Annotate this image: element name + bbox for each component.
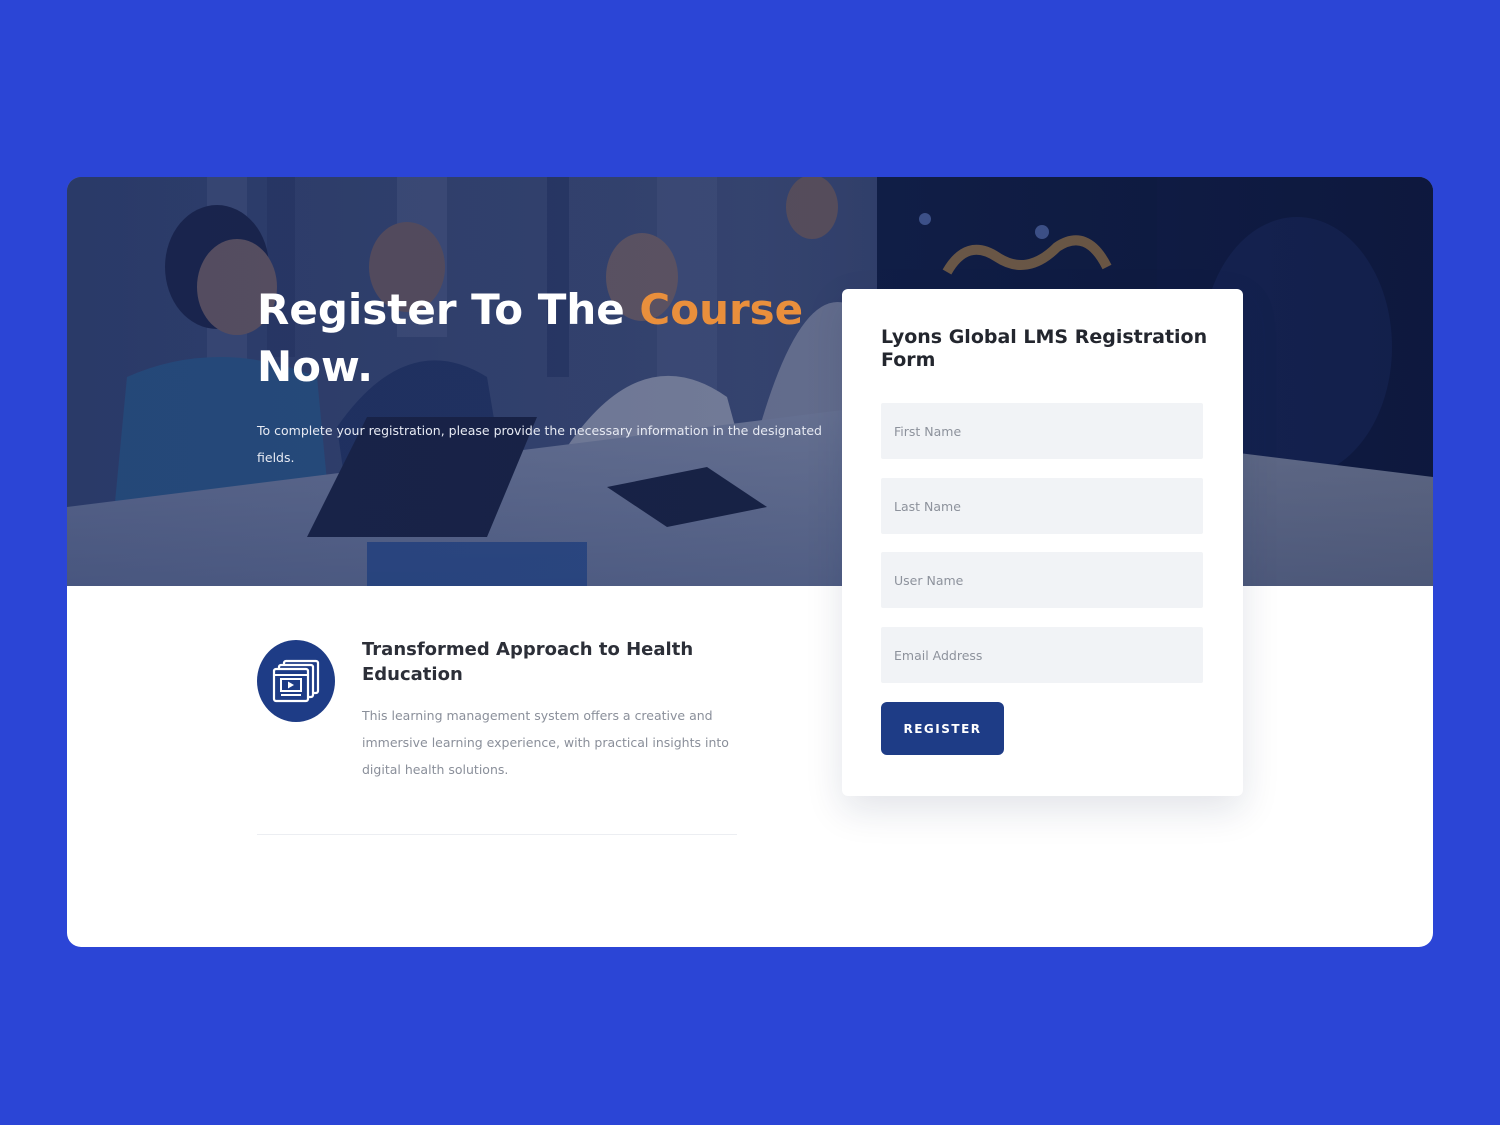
hero-subtitle: To complete your registration, please pr… [257, 423, 822, 465]
hero-title-start: Register To The [257, 285, 640, 334]
last-name-input[interactable] [881, 478, 1203, 534]
hero-title: Register To The Course Now. [257, 281, 817, 395]
register-button[interactable]: REGISTER [881, 702, 1004, 755]
form-title: Lyons Global LMS Registration Form [881, 326, 1208, 371]
user-name-input[interactable] [881, 552, 1203, 608]
feature-description: This learning management system offers a… [362, 708, 729, 777]
video-course-icon [257, 640, 335, 722]
email-address-input[interactable] [881, 627, 1203, 683]
hero-title-end: Now. [257, 342, 374, 391]
first-name-input[interactable] [881, 403, 1203, 459]
feature-divider [257, 834, 737, 835]
feature-title: Transformed Approach to Health Education [362, 639, 694, 685]
hero-title-accent: Course [639, 285, 804, 334]
registration-form: Lyons Global LMS Registration Form REGIS… [842, 289, 1243, 796]
